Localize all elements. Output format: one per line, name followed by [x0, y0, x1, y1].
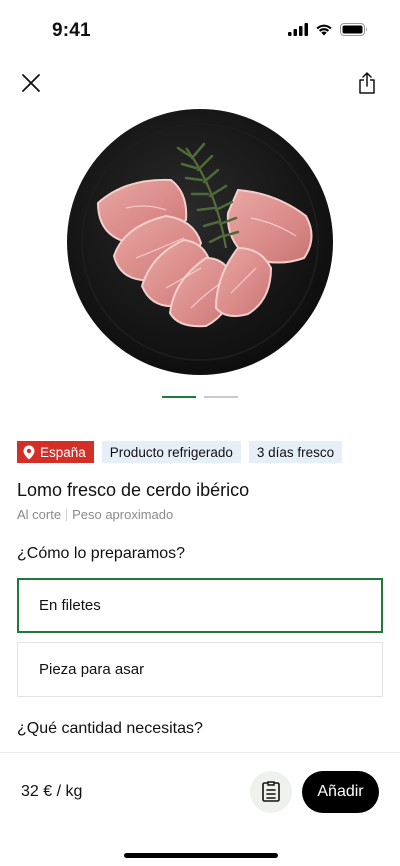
product-subtitle: Al corte Peso aproximado [17, 507, 173, 522]
signal-icon [288, 23, 308, 36]
freshness-tag: 3 días fresco [248, 441, 343, 463]
bottom-bar: 32 € / kg Añadir [0, 752, 400, 866]
storage-tag: Producto refrigerado [101, 441, 241, 463]
subtitle-divider [66, 508, 68, 521]
preparation-label: ¿Cómo lo preparamos? [17, 545, 186, 562]
close-icon [22, 74, 40, 92]
product-image[interactable] [66, 108, 334, 376]
origin-tag-label: España [40, 444, 86, 460]
home-indicator[interactable] [124, 853, 278, 858]
subtitle-cut: Al corte [17, 507, 62, 522]
quantity-label: ¿Qué cantidad necesitas? [17, 720, 203, 737]
status-icons [288, 23, 368, 36]
share-button[interactable] [352, 68, 382, 98]
subtitle-weight: Peso aproximado [72, 507, 174, 522]
product-photo [67, 109, 333, 375]
price: 32 € / kg [21, 783, 83, 800]
option-label: Pieza para asar [39, 661, 145, 678]
battery-icon [340, 23, 367, 36]
pager-dot[interactable] [204, 396, 238, 398]
product-tags: España Producto refrigerado 3 días fresc… [17, 441, 343, 463]
list-icon [262, 781, 280, 802]
option-label: En filetes [39, 597, 101, 614]
add-button[interactable]: Añadir [302, 771, 379, 813]
status-time: 9:41 [52, 20, 91, 41]
option-pieza-para-asar[interactable]: Pieza para asar [17, 642, 383, 697]
location-pin-icon [23, 445, 35, 459]
pager-dot-active[interactable] [162, 396, 196, 398]
option-en-filetes[interactable]: En filetes [17, 578, 383, 633]
wifi-icon [316, 24, 332, 36]
close-button[interactable] [16, 68, 46, 98]
product-title: Lomo fresco de cerdo ibérico [17, 480, 250, 500]
share-icon [359, 72, 375, 94]
shopping-list-button[interactable] [250, 771, 292, 813]
image-pager[interactable] [162, 396, 238, 398]
status-bar: 9:41 [0, 0, 400, 60]
origin-tag: España [17, 441, 94, 463]
